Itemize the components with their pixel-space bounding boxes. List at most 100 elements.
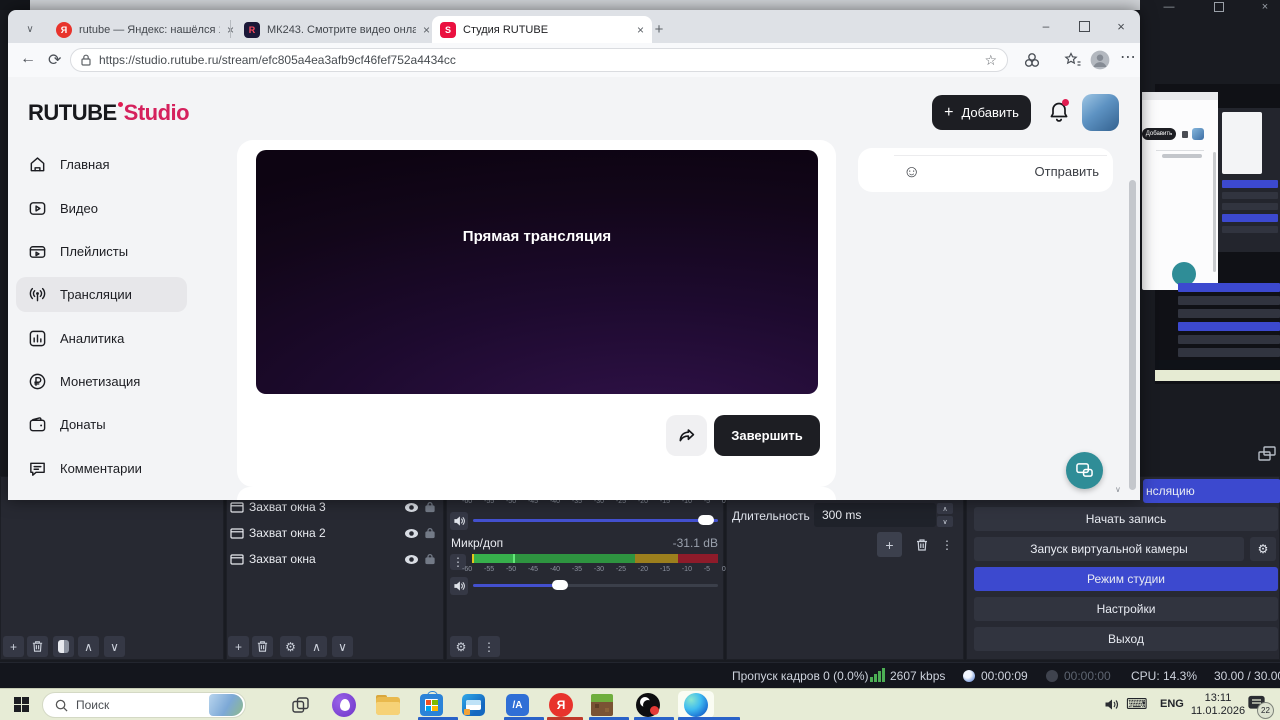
sidebar-item-playlists[interactable]: Плейлисты — [16, 234, 187, 269]
tab-search-dropdown-button[interactable]: ∨ — [18, 18, 42, 40]
task-view-button[interactable] — [292, 697, 309, 713]
emoji-smiley-icon[interactable]: ☺ — [903, 163, 920, 180]
microsoft-store-icon[interactable] — [420, 691, 443, 716]
stream-player[interactable]: Прямая трансляция — [256, 150, 818, 394]
studio-mode-button[interactable]: Режим студии — [974, 567, 1278, 591]
edge-browser-icon[interactable] — [684, 693, 708, 717]
search-highlight-image[interactable] — [209, 694, 243, 716]
search-box[interactable]: Поиск — [42, 692, 246, 718]
browser-minimize-button[interactable]: – — [1038, 15, 1054, 37]
lock-icon[interactable] — [424, 527, 436, 539]
channel2-volume-track-filled[interactable] — [473, 584, 555, 587]
obs-maximize-button[interactable] — [1210, 0, 1228, 14]
tab-3-active[interactable]: S Студия RUTUBE × — [432, 16, 652, 43]
tab-close-icon[interactable]: × — [637, 23, 644, 37]
tab-1[interactable]: Я rutube — Яндекс: нашёлся 1 мл × — [48, 16, 242, 43]
source-row[interactable]: Захват окна — [226, 546, 444, 572]
profile-avatar-icon[interactable] — [1090, 50, 1110, 70]
obs-minimize-button[interactable]: — — [1160, 0, 1178, 14]
sidebar-item-monetization[interactable]: Монетизация — [16, 364, 187, 399]
source-remove-button[interactable] — [252, 636, 273, 657]
duration-increment-button[interactable]: ∧ — [937, 503, 953, 514]
sidebar-item-analytics[interactable]: Аналитика — [16, 321, 187, 356]
lock-icon[interactable] — [424, 501, 436, 513]
back-button[interactable]: ← — [20, 50, 36, 68]
notifications-bell-button[interactable] — [1047, 99, 1071, 125]
exit-button[interactable]: Выход — [974, 627, 1278, 651]
browser-menu-button[interactable]: ⋯ — [1120, 47, 1136, 67]
visibility-eye-icon[interactable] — [404, 528, 419, 539]
source-properties-button[interactable]: ⚙ — [280, 636, 301, 657]
bookmark-star-icon[interactable]: ☆ — [984, 52, 997, 69]
mixer-options-button[interactable]: ⋮ — [478, 636, 500, 657]
chat-input-row[interactable]: ☺ Отправить — [903, 160, 1099, 182]
finish-stream-button[interactable]: Завершить — [714, 415, 820, 456]
sidebar-item-donations[interactable]: Донаты — [16, 407, 187, 442]
refresh-button[interactable]: ⟳ — [48, 50, 61, 70]
transition-add-button[interactable]: + — [877, 532, 902, 557]
channel1-volume-track[interactable] — [473, 519, 718, 522]
tray-clock[interactable]: 13:11 11.01.2026 — [1190, 692, 1246, 718]
start-button[interactable] — [14, 697, 29, 712]
visibility-eye-icon[interactable] — [404, 502, 419, 513]
tab-2[interactable]: R МК243. Смотрите видео онлайн × — [236, 16, 438, 43]
file-explorer-icon[interactable] — [376, 695, 400, 715]
chevron-down-icon[interactable]: ∨ — [1115, 485, 1121, 494]
support-widget-button[interactable] — [1066, 452, 1103, 489]
transition-options-button[interactable]: ⋮ — [938, 534, 956, 555]
scene-up-button[interactable]: ∧ — [78, 636, 99, 657]
rutube-studio-logo[interactable]: RUTUBE Studio — [28, 100, 190, 126]
browser-essentials-icon[interactable] — [1024, 52, 1040, 68]
browser-maximize-button[interactable] — [1076, 15, 1092, 37]
channel2-volume-handle[interactable] — [552, 580, 568, 590]
stop-stream-button[interactable]: нсляцию — [1143, 479, 1280, 503]
page-scrollbar-thumb[interactable] — [1129, 180, 1136, 490]
source-up-button[interactable]: ∧ — [306, 636, 327, 657]
collections-icon[interactable] — [1064, 52, 1081, 68]
address-bar[interactable]: https://studio.rutube.ru/stream/efc805a4… — [70, 48, 1008, 72]
scene-down-button[interactable]: ∨ — [104, 636, 125, 657]
sidebar-item-video[interactable]: Видео — [16, 191, 187, 226]
mixer-advanced-button[interactable]: ⚙ — [450, 636, 472, 657]
browser-close-button[interactable]: × — [1113, 15, 1129, 37]
tab-close-icon[interactable]: × — [423, 23, 430, 37]
transition-remove-button[interactable] — [909, 532, 934, 557]
obs-studio-icon[interactable] — [636, 693, 660, 717]
outlook-mail-icon[interactable] — [462, 694, 485, 716]
duration-input[interactable]: 300 ms — [814, 503, 936, 527]
scene-filters-button[interactable] — [53, 636, 74, 657]
settings-button[interactable]: Настройки — [974, 597, 1278, 621]
tray-language[interactable]: ENG — [1160, 698, 1184, 710]
yandex-browser-icon[interactable]: Я — [549, 693, 573, 717]
duration-decrement-button[interactable]: ∨ — [937, 516, 953, 527]
visibility-eye-icon[interactable] — [404, 554, 419, 565]
virtual-camera-button[interactable]: Запуск виртуальной камеры — [974, 537, 1244, 561]
channel2-mute-button[interactable] — [450, 577, 468, 595]
channel2-volume-track[interactable] — [555, 584, 718, 587]
slash-a-app-icon[interactable]: /А — [506, 694, 529, 716]
new-tab-button[interactable]: + — [648, 18, 670, 40]
scene-add-button[interactable]: + — [3, 636, 24, 657]
source-add-button[interactable]: + — [228, 636, 249, 657]
tray-keyboard-icon[interactable]: ⌨ — [1126, 695, 1148, 713]
chat-send-button[interactable]: Отправить — [1035, 164, 1099, 179]
notification-center-button[interactable]: 22 — [1248, 695, 1274, 719]
share-button[interactable] — [666, 415, 707, 456]
add-button[interactable]: + Добавить — [932, 95, 1031, 130]
virtual-camera-settings-button[interactable]: ⚙ — [1250, 537, 1276, 561]
obs-close-button[interactable]: × — [1256, 0, 1274, 14]
popout-icon[interactable] — [1258, 446, 1276, 461]
channel1-volume-handle[interactable] — [698, 515, 714, 525]
sidebar-item-comments[interactable]: Комментарии — [16, 451, 187, 486]
start-record-button[interactable]: Начать запись — [974, 507, 1278, 531]
minecraft-icon[interactable] — [591, 694, 613, 716]
channel1-mute-button[interactable] — [450, 512, 468, 530]
scene-remove-button[interactable] — [27, 636, 48, 657]
source-row[interactable]: Захват окна 2 — [226, 520, 444, 546]
source-down-button[interactable]: ∨ — [332, 636, 353, 657]
sidebar-item-streams[interactable]: Трансляции — [16, 277, 187, 312]
tray-volume-icon[interactable] — [1104, 698, 1119, 711]
alice-assistant-icon[interactable] — [332, 693, 356, 717]
sidebar-item-home[interactable]: Главная — [16, 147, 187, 182]
lock-icon[interactable] — [424, 553, 436, 565]
